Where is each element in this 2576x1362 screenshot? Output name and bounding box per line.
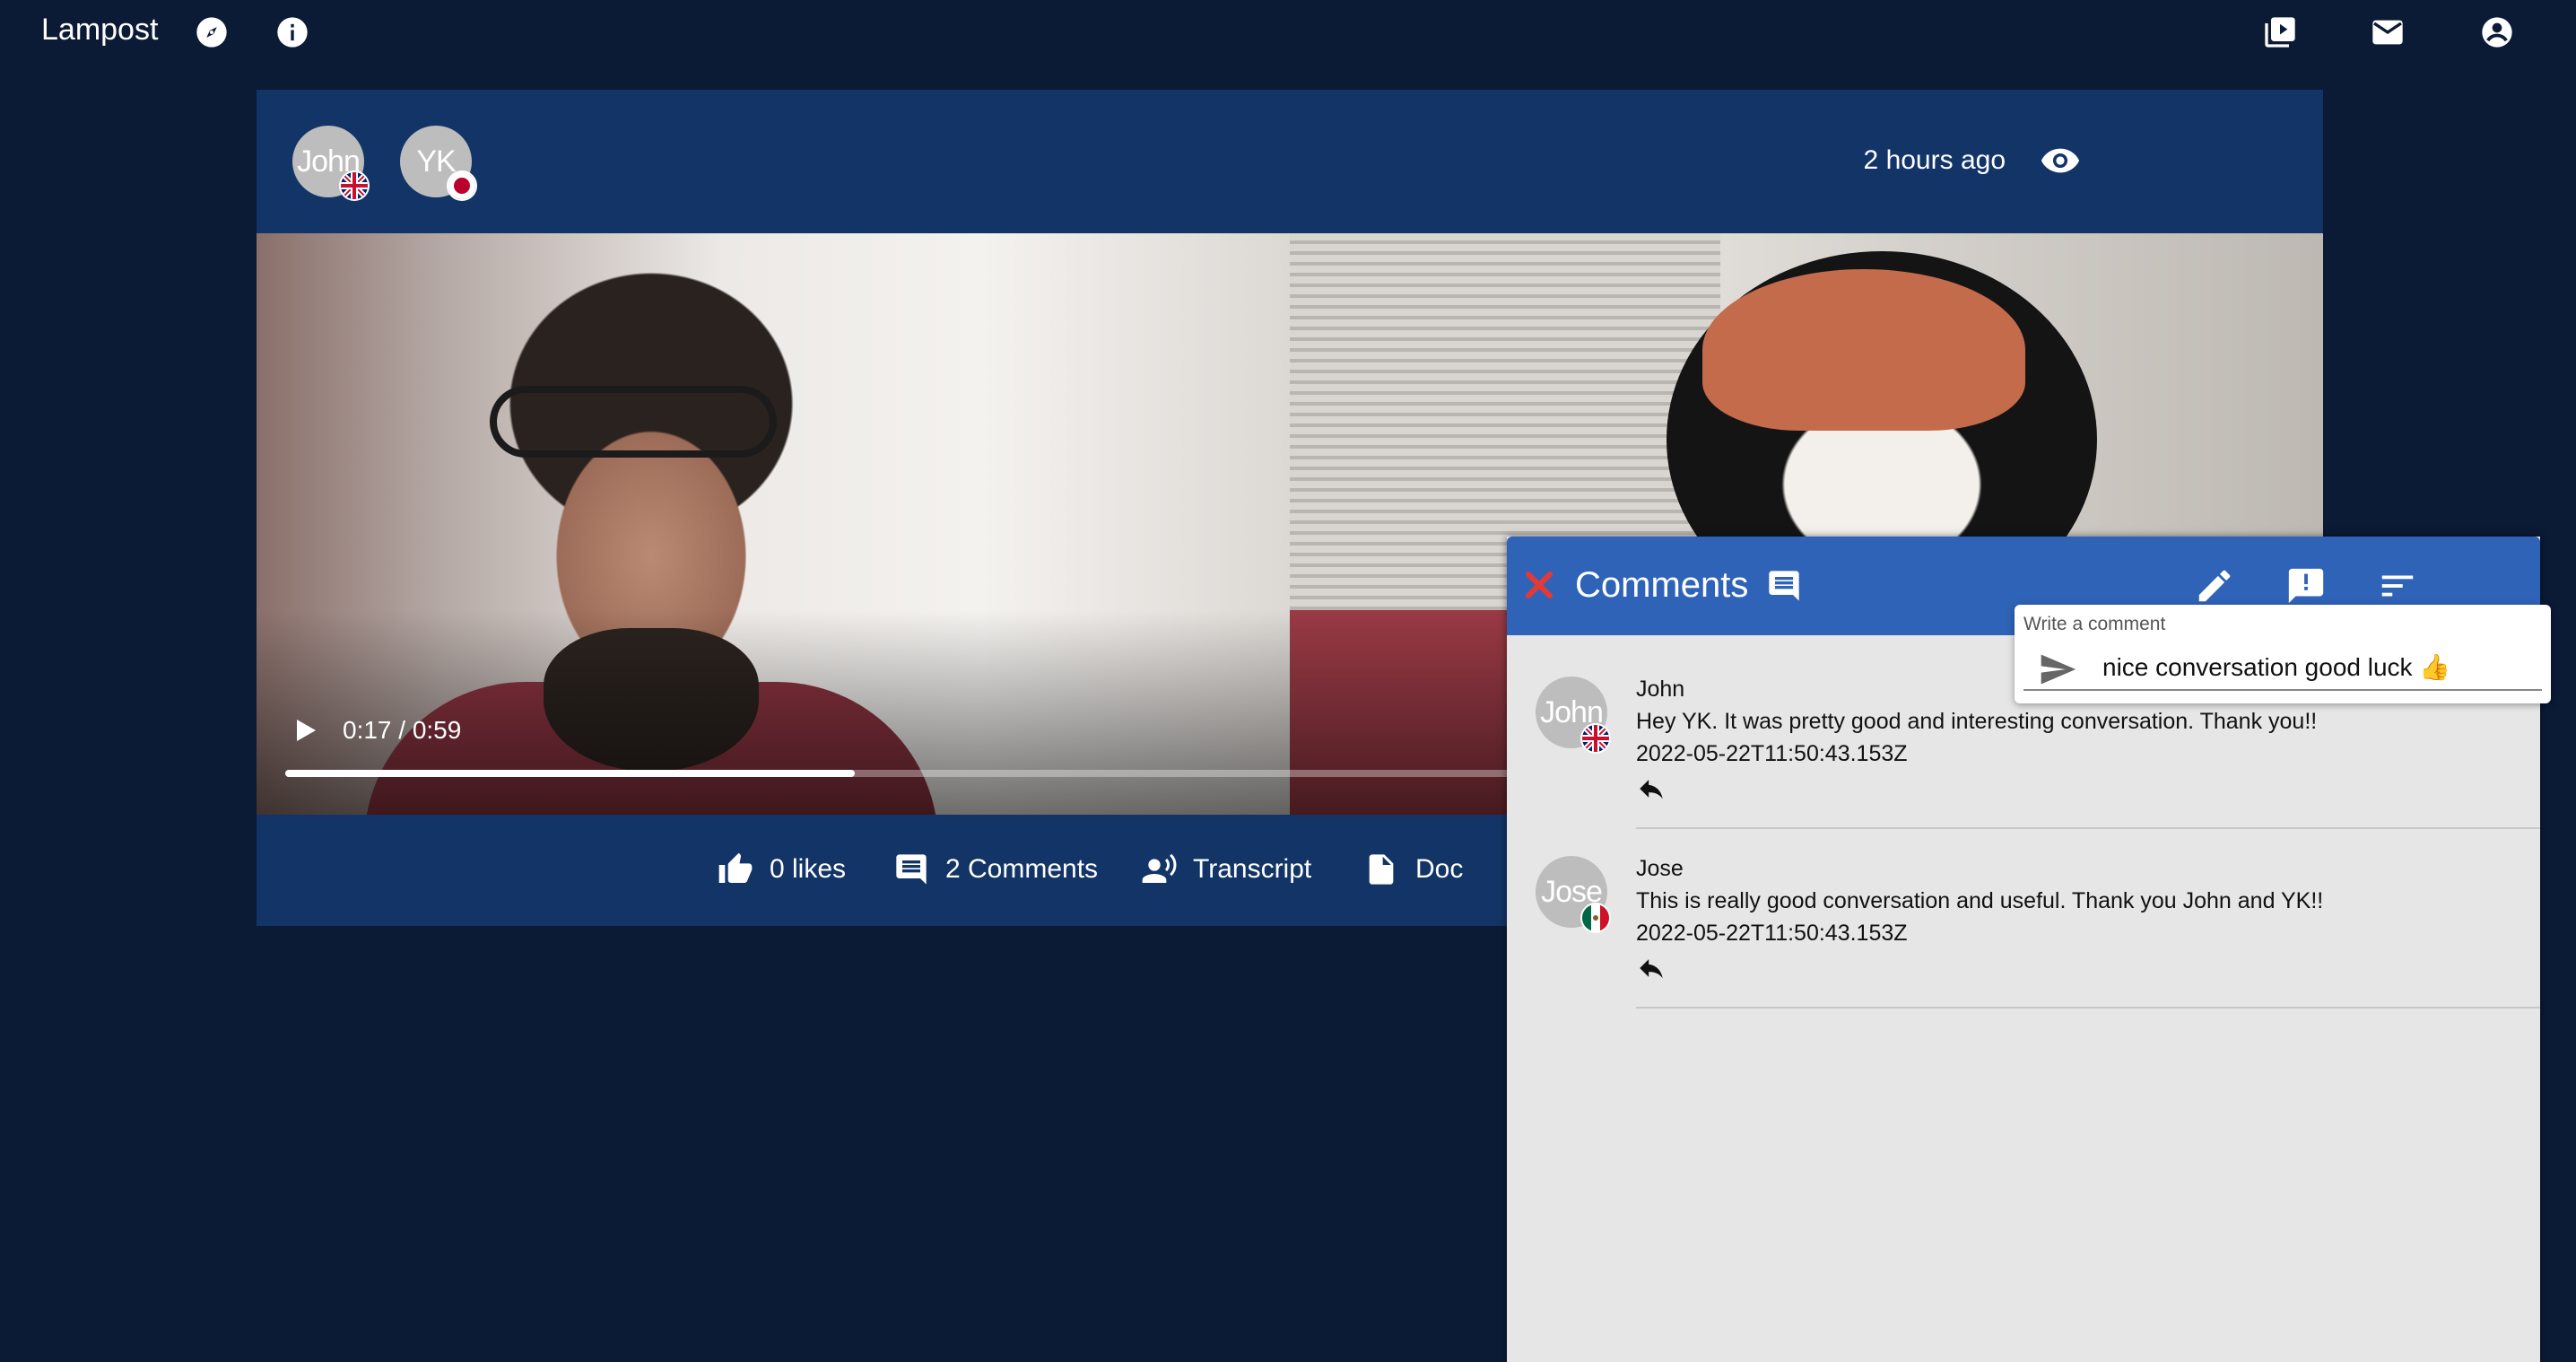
doc-label: Doc [1415, 854, 1464, 884]
top-app-bar: Lampost [0, 0, 2576, 65]
comment-date: 2022-05-22T11:50:43.153Z [1636, 921, 1908, 946]
likes-label: 0 likes [770, 854, 847, 884]
video-progress-fill [285, 770, 855, 777]
record-voice-icon [1142, 853, 1177, 883]
post-time-ago: 2 hours ago [1863, 145, 2006, 175]
sort-icon[interactable] [2377, 565, 2418, 607]
post-header: John YK 2 hours ago [257, 90, 2323, 233]
japan-flag-icon [447, 170, 477, 201]
reply-icon[interactable] [1636, 953, 1667, 983]
account-circle-icon[interactable] [2479, 14, 2515, 50]
doc-button[interactable]: Doc [1363, 847, 1463, 892]
transcript-button[interactable]: Transcript [1141, 847, 1311, 892]
info-icon[interactable] [274, 14, 310, 50]
comment-author: Jose [1636, 856, 1684, 881]
brand-title[interactable]: Lampost [41, 13, 158, 48]
write-comment-label: Write a comment [2023, 614, 2166, 634]
transcript-label: Transcript [1193, 854, 1312, 884]
send-icon[interactable] [2038, 650, 2077, 689]
comments-title: Comments [1575, 565, 1802, 606]
comment-icon [896, 854, 927, 885]
write-comment-box: Write a comment [2015, 605, 2551, 703]
comments-button[interactable]: 2 Comments [893, 847, 1098, 892]
divider [1636, 827, 2540, 829]
comment-text: This is really good conversation and use… [1636, 888, 2324, 913]
comments-title-text: Comments [1575, 565, 1749, 605]
comment-icon [1768, 571, 1799, 601]
uk-flag-icon [1580, 723, 1611, 754]
comments-count-label: 2 Comments [945, 854, 1099, 884]
comment-author: John [1636, 677, 1685, 702]
reply-icon[interactable] [1636, 773, 1667, 804]
close-icon[interactable] [1523, 569, 1555, 601]
divider [1636, 1007, 2540, 1008]
comment-input[interactable] [2101, 646, 2531, 687]
input-underline [2023, 689, 2542, 691]
mail-icon[interactable] [2370, 14, 2406, 50]
video-library-icon[interactable] [2262, 14, 2298, 50]
uk-flag-icon [339, 170, 370, 201]
mexico-flag-icon [1580, 903, 1611, 933]
comment-text: Hey YK. It was pretty good and interesti… [1636, 709, 2318, 734]
compass-icon[interactable] [194, 14, 230, 50]
eye-icon[interactable] [2040, 140, 2081, 181]
thumb-up-icon [718, 852, 753, 883]
comment-date: 2022-05-22T11:50:43.153Z [1636, 741, 1908, 766]
video-time: 0:17 / 0:59 [343, 716, 462, 744]
feedback-icon[interactable] [2285, 565, 2327, 607]
like-button[interactable]: 0 likes [718, 847, 846, 892]
edit-icon[interactable] [2194, 565, 2235, 607]
play-icon[interactable] [289, 714, 321, 746]
document-icon [1369, 854, 1394, 885]
